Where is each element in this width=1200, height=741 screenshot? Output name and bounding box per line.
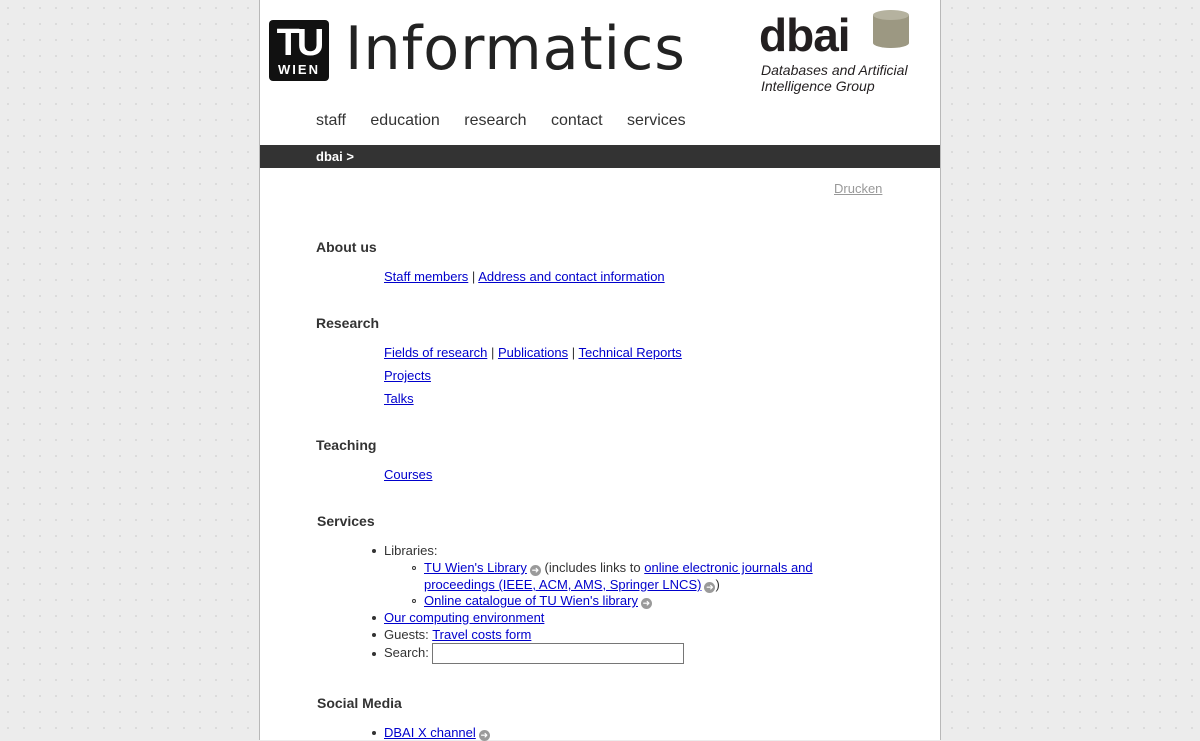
guests-row: Guests: Travel costs form (384, 627, 531, 642)
separator: | (490, 345, 495, 360)
tu-library-link[interactable]: TU Wien's Library (424, 560, 527, 575)
talks-link[interactable]: Talks (384, 391, 414, 406)
list-bullet (372, 633, 376, 637)
search-input[interactable] (431, 643, 684, 664)
staff-members-link[interactable]: Staff members (384, 269, 468, 284)
separator: | (471, 269, 476, 284)
publications-link[interactable]: Publications (498, 345, 568, 360)
social-heading: Social Media (317, 695, 402, 711)
fields-of-research-link[interactable]: Fields of research (384, 345, 487, 360)
journals-link-line1[interactable]: online electronic journals and (644, 560, 812, 575)
separator: | (571, 345, 576, 360)
address-contact-link[interactable]: Address and contact information (478, 269, 664, 284)
informatics-title: Informatics (345, 14, 686, 84)
tu-wien-logo[interactable]: TU WIEN (269, 20, 329, 81)
catalogue-link[interactable]: Online catalogue of TU Wien's library (424, 593, 638, 608)
nav-education[interactable]: education (370, 112, 439, 129)
journals-link-line2[interactable]: proceedings (IEEE, ACM, AMS, Springer LN… (424, 577, 701, 592)
print-link[interactable]: Drucken (834, 181, 882, 196)
top-navigation: staff education research contact service… (316, 112, 706, 130)
nav-services[interactable]: services (627, 112, 686, 129)
travel-costs-link[interactable]: Travel costs form (432, 627, 531, 642)
technical-reports-link[interactable]: Technical Reports (578, 345, 681, 360)
includes-text: (includes links to (544, 560, 641, 575)
search-row: Search: (384, 643, 684, 664)
guests-label: Guests: (384, 627, 429, 642)
computing-environment-link[interactable]: Our computing environment (384, 610, 544, 625)
nav-research[interactable]: research (464, 112, 526, 129)
dbai-logo[interactable]: dbai Databases and Artificial Intelligen… (759, 8, 929, 98)
courses-row: Courses (384, 467, 432, 482)
catalogue-row: Online catalogue of TU Wien's library ➜ (424, 593, 652, 609)
journals-row-2: proceedings (IEEE, ACM, AMS, Springer LN… (424, 577, 720, 593)
external-link-icon: ➜ (640, 598, 652, 609)
x-channel-row: DBAI X channel ➜ (384, 725, 490, 741)
courses-link[interactable]: Courses (384, 467, 432, 482)
projects-row: Projects (384, 368, 431, 383)
database-cylinder-icon (873, 10, 909, 48)
breadcrumb[interactable]: dbai > (316, 149, 354, 164)
tu-library-row: TU Wien's Library ➜ (includes links to on… (424, 560, 813, 576)
search-label: Search: (384, 644, 429, 660)
about-heading: About us (316, 239, 377, 255)
libraries-label: Libraries: (384, 543, 438, 558)
page-container: TU WIEN Informatics dbai Databases and A… (259, 0, 941, 741)
list-bullet (372, 616, 376, 620)
list-bullet (372, 549, 376, 553)
x-channel-link[interactable]: DBAI X channel (384, 725, 476, 740)
computing-row: Our computing environment (384, 610, 544, 625)
dbai-subtitle-line1: Databases and Artificial (761, 62, 908, 78)
projects-link[interactable]: Projects (384, 368, 431, 383)
close-paren: ) (715, 577, 720, 592)
about-links-row: Staff members | Address and contact info… (384, 269, 665, 284)
research-links-row: Fields of research | Publications | Tech… (384, 345, 682, 360)
breadcrumb-bar: dbai > (260, 145, 940, 168)
services-heading: Services (317, 513, 375, 529)
dbai-subtitle-line2: Intelligence Group (761, 78, 875, 94)
list-bullet (372, 731, 376, 735)
wien-logo-text: WIEN (278, 62, 320, 77)
research-heading: Research (316, 315, 380, 331)
teaching-heading: Teaching (316, 437, 377, 453)
list-bullet (412, 566, 416, 570)
external-link-icon: ➜ (478, 730, 490, 741)
external-link-icon: ➜ (704, 582, 716, 593)
external-link-icon: ➜ (529, 565, 541, 576)
list-bullet (372, 652, 376, 656)
tu-logo-text: TU (276, 22, 325, 64)
nav-contact[interactable]: contact (551, 112, 603, 129)
dbai-logo-subtitle: Databases and Artificial Intelligence Gr… (761, 62, 908, 94)
talks-row: Talks (384, 391, 414, 406)
dbai-logo-word: dbai (759, 9, 851, 61)
nav-staff[interactable]: staff (316, 112, 346, 129)
list-bullet (412, 599, 416, 603)
